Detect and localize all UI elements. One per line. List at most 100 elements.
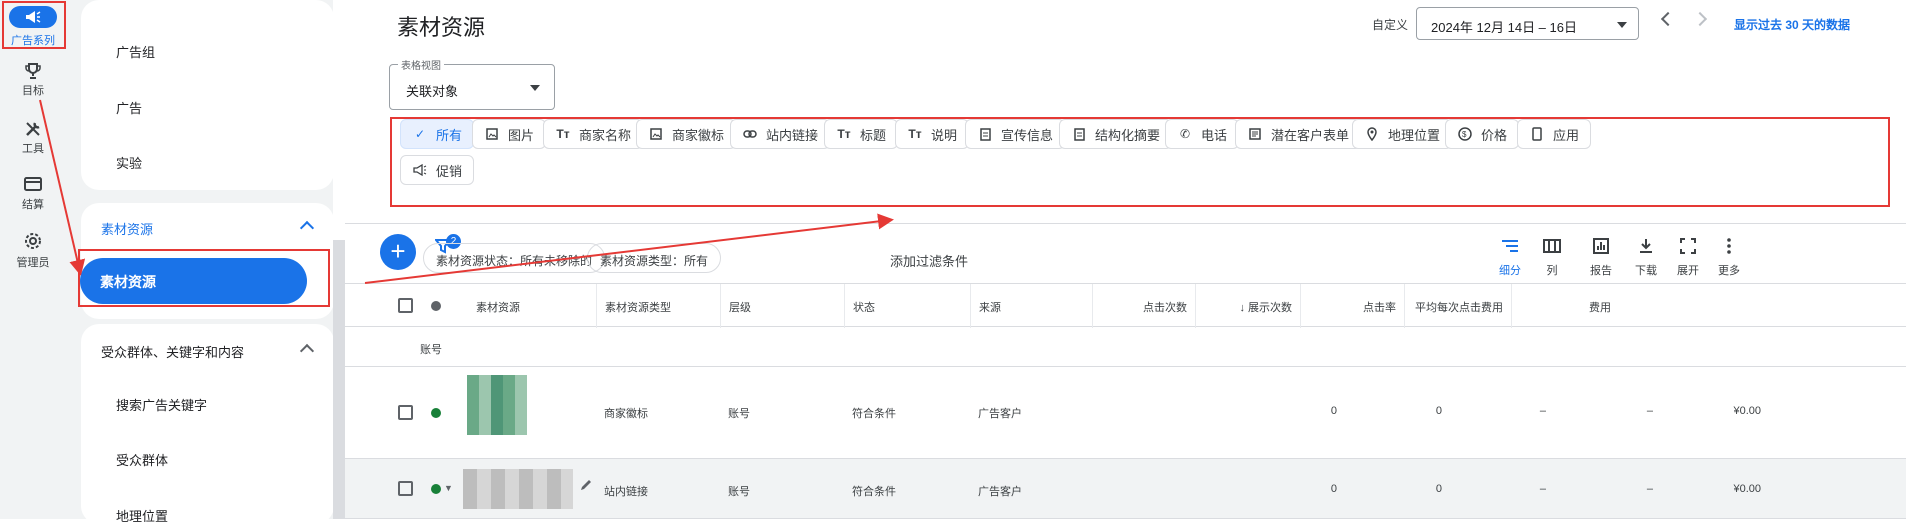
chip-label: 价格 xyxy=(1481,127,1508,143)
add-filter-button[interactable]: 添加过滤条件 xyxy=(890,251,968,270)
chip-calls[interactable]: ✆ 电话 xyxy=(1165,119,1240,149)
expand-arrow-icon[interactable]: ▼ xyxy=(444,483,453,493)
chevron-left-icon[interactable] xyxy=(1660,11,1676,27)
chip-label: 商家徽标 xyxy=(672,127,725,143)
edit-pencil-icon[interactable] xyxy=(580,479,592,494)
chip-label: 站内链接 xyxy=(766,127,819,143)
chip-structured-snippets[interactable]: 结构化摘要 xyxy=(1059,119,1173,149)
group-row-account: 账号 xyxy=(345,327,1906,367)
select-all-checkbox[interactable] xyxy=(398,298,413,313)
sidebar-item-experiments[interactable]: 实验 xyxy=(116,153,142,172)
status-dot-icon xyxy=(431,301,441,311)
dropdown-arrow-icon xyxy=(1617,22,1627,28)
chip-label: 标题 xyxy=(860,127,887,143)
rail-item-goals[interactable]: 目标 xyxy=(0,62,66,98)
chip-all[interactable]: ✓ 所有 xyxy=(400,119,475,149)
sidebar-card-audience: 受众群体、关键字和内容 搜索广告关键字 受众群体 地理位置 xyxy=(81,324,334,524)
sidebar-item-search-keywords[interactable]: 搜索广告关键字 xyxy=(116,395,207,414)
chip-locations[interactable]: 地理位置 xyxy=(1352,119,1453,149)
tool-label: 更多 xyxy=(1718,265,1740,277)
chip-business-name[interactable]: Tт 商家名称 xyxy=(543,119,644,149)
chip-descriptions[interactable]: Tт 说明 xyxy=(895,119,970,149)
divider xyxy=(345,223,1906,224)
source-cell: 广告客户 xyxy=(978,486,1022,498)
filter-chip-asset-type[interactable]: 素材资源类型：所有 xyxy=(587,243,722,273)
filter-chip-asset-status[interactable]: 素材资源状态：所有未移除的 xyxy=(423,243,606,273)
chip-headlines[interactable]: Tт 标题 xyxy=(824,119,899,149)
chevron-up-icon[interactable] xyxy=(299,220,315,236)
download-button[interactable]: 下载 xyxy=(1626,236,1666,278)
avg-cpc-cell: – xyxy=(1646,483,1653,495)
location-pin-icon xyxy=(1364,126,1380,142)
rail-item-billing[interactable]: 结算 xyxy=(0,176,66,212)
col-avg-cpc[interactable]: 平均每次点击费用 xyxy=(1404,284,1511,328)
chip-label: 潜在客户表单 xyxy=(1271,127,1350,143)
main-content: 素材资源 自定义 2024年 12月 14日 – 16日 显示过去 30 天的数… xyxy=(345,0,1906,519)
expand-icon xyxy=(1668,236,1708,256)
row-checkbox[interactable] xyxy=(398,481,413,496)
chip-prices[interactable]: $ 价格 xyxy=(1445,119,1520,149)
chip-apps[interactable]: 应用 xyxy=(1517,119,1592,149)
image-icon xyxy=(484,126,500,142)
rail-item-admin[interactable]: 管理员 xyxy=(0,232,66,270)
chip-promotions[interactable]: 促销 xyxy=(400,155,475,185)
col-status[interactable]: 状态 xyxy=(844,284,970,328)
table-header: 素材资源 素材资源类型 层级 状态 来源 点击次数 ↓ 展示次数 点击率 平均每… xyxy=(345,283,1906,328)
segment-button[interactable]: 细分 xyxy=(1490,236,1530,278)
tools-icon xyxy=(0,120,66,138)
segment-icon xyxy=(1490,236,1530,256)
cost-cell: ¥0.00 xyxy=(1733,405,1761,417)
col-cost[interactable]: 费用 xyxy=(1511,284,1621,328)
col-asset-type[interactable]: 素材资源类型 xyxy=(596,284,720,328)
col-asset[interactable]: 素材资源 xyxy=(476,284,606,328)
sidebar-scrollbar[interactable] xyxy=(333,240,345,519)
col-level[interactable]: 层级 xyxy=(720,284,844,328)
asset-thumbnail[interactable] xyxy=(467,375,527,435)
chip-sitelinks[interactable]: 站内链接 xyxy=(730,119,831,149)
expand-button[interactable]: 展开 xyxy=(1668,236,1708,278)
col-source[interactable]: 来源 xyxy=(970,284,1092,328)
chip-business-logo[interactable]: 商家徽标 xyxy=(636,119,737,149)
chip-label: 宣传信息 xyxy=(1001,127,1054,143)
sidebar-item-ad-groups[interactable]: 广告组 xyxy=(116,42,155,61)
chip-label: 应用 xyxy=(1553,127,1580,143)
chip-images[interactable]: 图片 xyxy=(472,119,547,149)
chevron-right-icon[interactable] xyxy=(1692,11,1708,27)
col-impressions[interactable]: ↓ 展示次数 xyxy=(1195,284,1300,328)
sidebar-item-locations[interactable]: 地理位置 xyxy=(116,506,168,525)
chevron-up-icon[interactable] xyxy=(299,343,315,359)
chip-lead-forms[interactable]: 潜在客户表单 xyxy=(1235,119,1362,149)
rail-label: 目标 xyxy=(22,85,44,97)
asset-preview-blurred[interactable] xyxy=(463,469,573,509)
col-ctr[interactable]: 点击率 xyxy=(1300,284,1404,328)
chip-label: 图片 xyxy=(508,127,535,143)
sort-arrow-down-icon: ↓ xyxy=(1239,302,1248,314)
chip-callouts[interactable]: 宣传信息 xyxy=(965,119,1066,149)
chip-label: 说明 xyxy=(931,127,958,143)
gear-icon xyxy=(0,232,66,250)
tool-label: 下载 xyxy=(1635,265,1657,277)
rail-label: 结算 xyxy=(22,199,44,211)
link-icon xyxy=(742,126,758,142)
page-title: 素材资源 xyxy=(397,15,486,40)
reports-button[interactable]: 报告 xyxy=(1581,236,1621,278)
show-30-days-link[interactable]: 显示过去 30 天的数据 xyxy=(1734,16,1850,33)
image-icon xyxy=(648,126,664,142)
sidebar-item-audiences[interactable]: 受众群体 xyxy=(116,450,168,469)
rail-item-tools[interactable]: 工具 xyxy=(0,120,66,156)
more-button[interactable]: 更多 xyxy=(1709,236,1749,278)
col-impressions-label: 展示次数 xyxy=(1248,302,1292,314)
col-clicks[interactable]: 点击次数 xyxy=(1092,284,1195,328)
date-range-picker[interactable]: 2024年 12月 14日 – 16日 xyxy=(1416,7,1639,40)
table-view-select[interactable]: 表格视图 关联对象 xyxy=(389,57,555,110)
sidebar-item-ads[interactable]: 广告 xyxy=(116,98,142,117)
columns-icon xyxy=(1532,236,1572,256)
row-checkbox[interactable] xyxy=(398,405,413,420)
sidebar-section-assets[interactable]: 素材资源 xyxy=(101,219,153,238)
sidebar-section-audience[interactable]: 受众群体、关键字和内容 xyxy=(101,342,244,361)
price-icon: $ xyxy=(1457,126,1473,142)
more-vert-icon xyxy=(1709,236,1749,256)
columns-button[interactable]: 列 xyxy=(1532,236,1572,278)
add-asset-button[interactable]: + xyxy=(380,234,416,270)
text-icon: Tт xyxy=(837,127,851,141)
